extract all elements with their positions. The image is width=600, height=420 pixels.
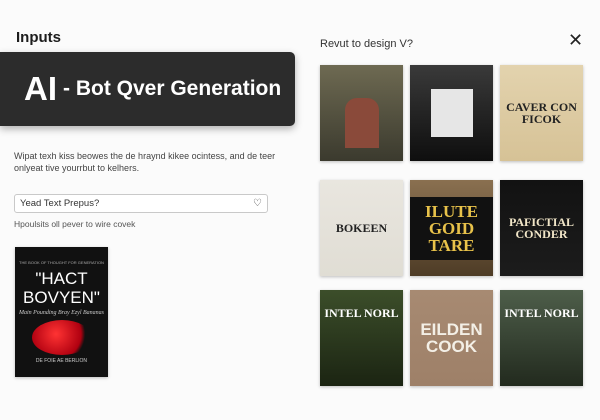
cover-option-title: PAFICTIAL CONDER bbox=[508, 215, 575, 241]
cover-top: THE BOOK OF THOUGHT FOR GENERATION bbox=[19, 260, 104, 265]
cover-option-7[interactable]: INTEL NORL bbox=[320, 290, 403, 386]
prompt-hint: Hpoulsits oll pever to wire covek bbox=[14, 219, 136, 229]
banner-title: - Bot Qver Generation bbox=[63, 77, 282, 100]
cover-option-title: EILDEN COOK bbox=[420, 320, 483, 356]
cover-option-title: ILUTE GOID TARE bbox=[410, 196, 493, 260]
cover-option-2[interactable] bbox=[410, 65, 493, 161]
cover-option-1[interactable] bbox=[320, 65, 403, 161]
cover-option-3[interactable]: CAVER CON FICOK bbox=[500, 65, 583, 161]
cover-title: "HACT BOVYEN" bbox=[23, 269, 100, 307]
cover-inner-page bbox=[430, 89, 473, 137]
cover-building bbox=[344, 98, 379, 148]
cover-option-5[interactable]: ILUTE GOID TARE bbox=[410, 180, 493, 276]
banner-ai: AI bbox=[24, 70, 57, 107]
close-icon[interactable]: ✕ bbox=[568, 30, 583, 51]
generator-banner: AI - Bot Qver Generation bbox=[0, 52, 295, 126]
cover-author: DE FOIE AE BERLION bbox=[35, 358, 88, 364]
cover-option-title: INTEL NORL bbox=[504, 306, 579, 320]
cover-option-title: BOKEEN bbox=[335, 221, 388, 235]
cover-option-6[interactable]: PAFICTIAL CONDER bbox=[500, 180, 583, 276]
cover-option-title: INTEL NORL bbox=[324, 306, 399, 320]
prompt-input[interactable]: Yead Text Prepus? ♡ bbox=[14, 194, 268, 213]
description: Wipat texh kiss beowes the de hraynd kik… bbox=[14, 151, 276, 173]
cover-option-title: CAVER CON FICOK bbox=[506, 100, 577, 126]
inputs-heading: Inputs bbox=[16, 29, 61, 46]
cover-art bbox=[31, 320, 92, 355]
generated-cover: THE BOOK OF THOUGHT FOR GENERATION "HACT… bbox=[15, 247, 108, 377]
cover-option-9[interactable]: INTEL NORL bbox=[500, 290, 583, 386]
cover-option-8[interactable]: EILDEN COOK bbox=[410, 290, 493, 386]
cover-option-4[interactable]: BOKEEN bbox=[320, 180, 403, 276]
cover-subtitle: Main Pounding Bray Ezyl Bananas bbox=[19, 310, 104, 316]
lightbulb-icon[interactable]: ♡ bbox=[253, 198, 262, 209]
panel-title: Revut to design V? bbox=[320, 38, 413, 50]
prompt-value: Yead Text Prepus? bbox=[20, 198, 100, 209]
